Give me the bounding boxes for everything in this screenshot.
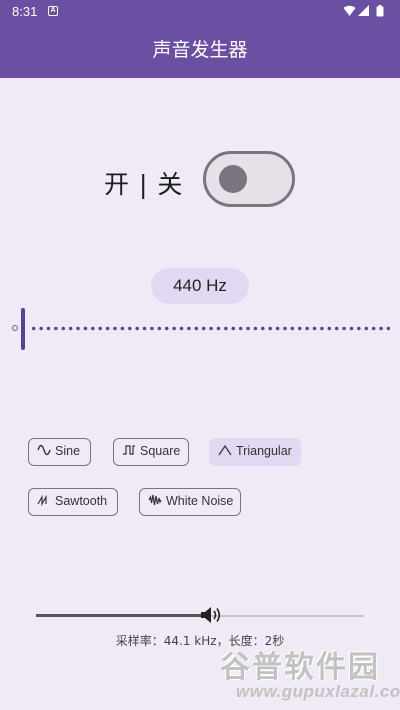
- triangle-wave-icon: [218, 445, 232, 456]
- waveform-chip-square[interactable]: Square: [113, 438, 189, 466]
- signal-icon: [358, 5, 369, 16]
- waveform-chip-white-noise[interactable]: White Noise: [139, 488, 241, 516]
- frequency-readout: 440 Hz: [151, 268, 249, 304]
- toggle-knob: [219, 165, 247, 193]
- notification-icon: A: [48, 6, 58, 16]
- noise-wave-icon: [148, 495, 162, 506]
- waveform-chip-label: Square: [140, 444, 181, 458]
- waveform-chip-sine[interactable]: Sine: [28, 438, 91, 466]
- waveform-chip-triangular[interactable]: Triangular: [209, 438, 301, 466]
- status-bar: 8:31 A: [0, 0, 400, 24]
- power-label: 开 | 关: [104, 170, 184, 199]
- power-toggle[interactable]: [203, 151, 295, 207]
- site-watermark: 谷普软件园 www.gupuxlazal.com: [200, 642, 400, 708]
- waveform-chip-sawtooth[interactable]: Sawtooth: [28, 488, 118, 516]
- app-bar: 声音发生器: [0, 24, 400, 78]
- frequency-slider-track[interactable]: [30, 326, 390, 331]
- wifi-icon: [343, 5, 356, 16]
- frequency-slider-start: [12, 325, 18, 331]
- sawtooth-wave-icon: [37, 494, 47, 507]
- frequency-slider-thumb[interactable]: [21, 308, 25, 350]
- sine-wave-icon: [37, 445, 51, 456]
- waveform-chip-label: Sawtooth: [55, 494, 108, 508]
- volume-slider-fill: [36, 614, 207, 617]
- battery-icon: [376, 5, 384, 17]
- square-wave-icon: [123, 445, 135, 455]
- page-title: 声音发生器: [152, 39, 248, 61]
- waveform-chip-label: White Noise: [166, 494, 234, 508]
- waveform-chip-label: Sine: [55, 444, 81, 458]
- waveform-chip-label: Triangular: [236, 444, 292, 458]
- status-time: 8:31: [12, 4, 38, 19]
- watermark-title: 谷普软件园: [220, 650, 380, 685]
- volume-icon[interactable]: [199, 604, 223, 626]
- watermark-url: www.gupuxlazal.com: [236, 682, 400, 701]
